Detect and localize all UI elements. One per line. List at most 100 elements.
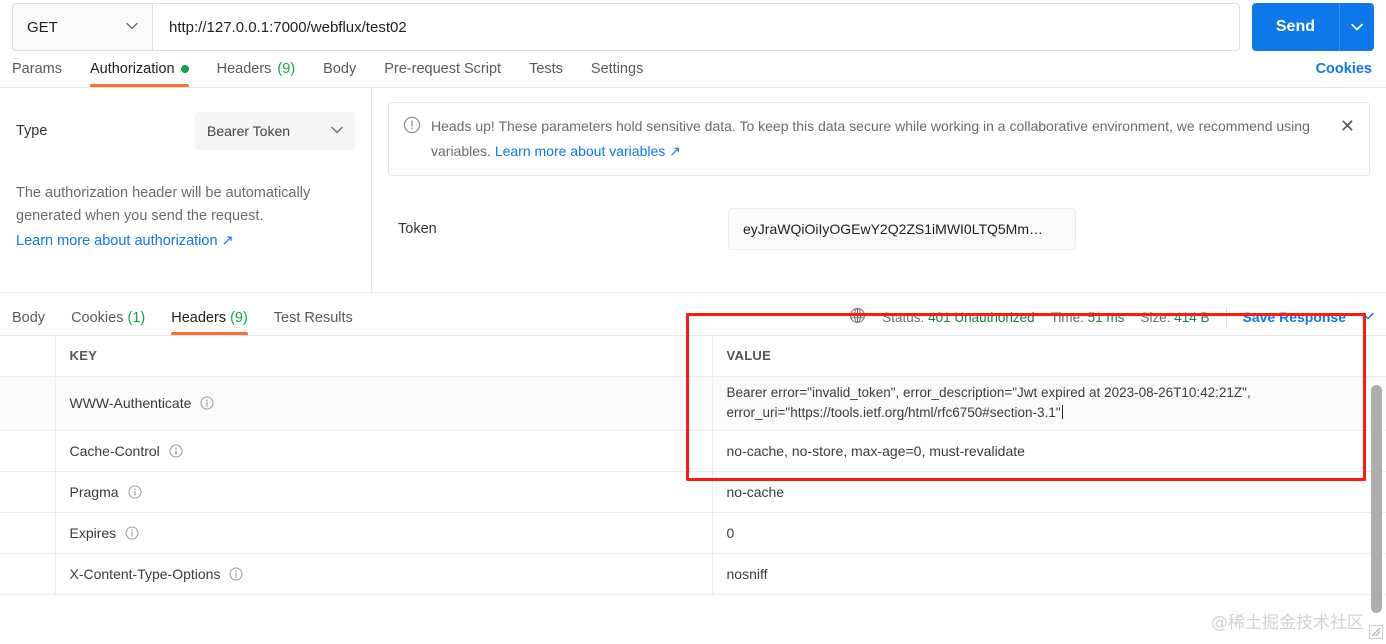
learn-more-variables-link[interactable]: Learn more about variables ↗: [495, 140, 681, 163]
tab-settings[interactable]: Settings: [591, 61, 643, 87]
key-cell-inner: Cache-Control: [70, 443, 698, 459]
key-cell-inner: WWW-Authenticate: [70, 395, 698, 411]
response-tabs: Body Cookies (1) Headers (9) Test Result…: [0, 293, 1386, 336]
response-tab-headers[interactable]: Headers (9): [171, 310, 248, 335]
header-key-cell: X-Content-Type-Options: [55, 553, 713, 595]
tab-label: Headers: [171, 310, 227, 326]
tab-label: Headers: [216, 61, 272, 77]
tab-headers[interactable]: Headers (9): [217, 61, 296, 87]
auth-type-row: Type Bearer Token: [16, 112, 355, 150]
status-group: Status: 401 Unauthorized: [882, 310, 1034, 325]
info-icon[interactable]: [200, 396, 214, 410]
save-response-button[interactable]: Save Response: [1243, 309, 1347, 325]
authorization-active-dot-icon: [180, 65, 189, 73]
auth-description-text: The authorization header will be automat…: [16, 185, 311, 225]
url-input[interactable]: http://127.0.0.1:7000/webflux/test02: [152, 3, 1240, 51]
token-input[interactable]: eyJraWQiOiIyOGEwY2Q2ZS1iMWI0LTQ5Mm…: [728, 208, 1076, 251]
info-icon[interactable]: [169, 444, 183, 458]
auth-type-dropdown[interactable]: Bearer Token: [195, 112, 355, 150]
tab-params[interactable]: Params: [12, 61, 62, 87]
response-tab-body[interactable]: Body: [12, 310, 45, 335]
text-cursor: [1061, 405, 1063, 419]
site-watermark: @稀土掘金技术社区: [1211, 613, 1364, 633]
header-value-cell[interactable]: no-cache, no-store, max-age=0, must-reva…: [712, 430, 1386, 472]
header-key-text: Cache-Control: [69, 442, 160, 459]
info-icon[interactable]: [125, 526, 139, 540]
info-icon[interactable]: [128, 485, 142, 499]
sensitive-data-banner: Heads up! These parameters hold sensitiv…: [388, 102, 1370, 177]
tab-count-badge: (1): [127, 310, 146, 326]
size-value: 414 B: [1174, 309, 1210, 325]
send-group: Send: [1251, 3, 1374, 51]
response-tab-test-results[interactable]: Test Results: [274, 310, 353, 335]
header-key-text: WWW-Authenticate: [69, 395, 192, 411]
table-row[interactable]: X-Content-Type-Options nosniff: [0, 553, 1386, 595]
token-label: Token: [398, 221, 437, 238]
row-gutter: [0, 376, 56, 431]
table-row[interactable]: WWW-Authenticate Bearer error="invalid_t…: [0, 376, 1386, 431]
size-label: Size:: [1140, 309, 1171, 325]
save-response-chevron-icon[interactable]: [1362, 311, 1374, 323]
key-cell-inner: Expires: [70, 525, 698, 541]
send-button[interactable]: Send: [1251, 3, 1339, 51]
chevron-down-icon: [331, 125, 343, 137]
tab-authorization[interactable]: Authorization: [89, 61, 189, 87]
tab-pre-request-script[interactable]: Pre-request Script: [384, 61, 501, 87]
row-gutter: [0, 471, 56, 513]
cookies-link[interactable]: Cookies: [1316, 61, 1372, 87]
header-key-cell: WWW-Authenticate: [55, 376, 713, 431]
url-text: http://127.0.0.1:7000/webflux/test02: [169, 18, 407, 36]
tab-tests[interactable]: Tests: [529, 61, 563, 87]
info-icon[interactable]: [229, 567, 243, 581]
status-label: Status:: [882, 309, 925, 325]
table-row[interactable]: Cache-Control no-cache, no-store, max-ag…: [0, 430, 1386, 472]
response-headers-table: KEY VALUE WWW-Authenticate Bearer error=…: [0, 336, 1386, 595]
table-header-row: KEY VALUE: [0, 336, 1386, 377]
response-tab-cookies[interactable]: Cookies (1): [71, 310, 145, 335]
http-method-select[interactable]: GET: [12, 3, 152, 51]
row-gutter: [0, 512, 56, 554]
time-group: Time: 51 ms: [1051, 310, 1125, 325]
tab-label: Test Results: [273, 310, 353, 326]
tab-label: Pre-request Script: [384, 61, 502, 77]
header-value-cell[interactable]: 0: [712, 512, 1386, 554]
header-key-cell: Pragma: [55, 471, 713, 513]
header-key-text: X-Content-Type-Options: [69, 565, 221, 582]
header-value-text: no-cache, no-store, max-age=0, must-reva…: [726, 442, 1025, 459]
token-row: Token eyJraWQiOiIyOGEwY2Q2ZS1iMWI0LTQ5Mm…: [388, 208, 1370, 251]
header-value-cell[interactable]: no-cache: [712, 471, 1386, 513]
header-value-cell[interactable]: Bearer error="invalid_token", error_desc…: [712, 376, 1386, 431]
request-url-bar: GET http://127.0.0.1:7000/webflux/test02…: [0, 3, 1386, 51]
auth-type-value: Bearer Token: [207, 123, 291, 139]
tab-label: Body: [12, 310, 46, 326]
table-row[interactable]: Expires 0: [0, 512, 1386, 554]
tab-label: Cookies: [71, 310, 124, 326]
header-key-text: Pragma: [69, 483, 119, 500]
token-value: eyJraWQiOiIyOGEwY2Q2ZS1iMWI0LTQ5Mm…: [743, 221, 1044, 238]
time-value: 51 ms: [1087, 309, 1125, 325]
tab-body[interactable]: Body: [323, 61, 356, 87]
authorization-panel: Type Bearer Token The authorization head…: [0, 88, 1386, 292]
table-row[interactable]: Pragma no-cache: [0, 471, 1386, 513]
header-value-text: no-cache: [726, 483, 785, 500]
chevron-down-icon: [126, 22, 138, 33]
key-cell-inner: Pragma: [70, 484, 698, 500]
banner-text-wrapper: Heads up! These parameters hold sensitiv…: [431, 115, 1324, 163]
resize-grip-icon[interactable]: [1369, 625, 1383, 639]
header-value-text: nosniff: [726, 565, 768, 582]
header-value-cell[interactable]: nosniff: [712, 553, 1386, 595]
status-divider: [1225, 307, 1227, 327]
header-key-text: Expires: [69, 524, 117, 541]
header-value-text: 0: [726, 524, 735, 541]
tab-label: Settings: [590, 61, 644, 77]
http-method-value: GET: [27, 18, 58, 36]
response-vertical-scrollbar[interactable]: [1371, 385, 1382, 613]
learn-more-authorization-link[interactable]: Learn more about authorization ↗: [16, 230, 234, 253]
tab-label: Body: [323, 61, 357, 77]
key-cell-inner: X-Content-Type-Options: [70, 566, 698, 582]
send-options-chevron-icon[interactable]: [1339, 3, 1374, 51]
size-group: Size: 414 B: [1140, 310, 1209, 325]
close-banner-icon[interactable]: ✕: [1340, 117, 1355, 135]
status-value: 401 Unauthorized: [928, 309, 1035, 325]
response-panel: Body Cookies (1) Headers (9) Test Result…: [0, 292, 1386, 595]
